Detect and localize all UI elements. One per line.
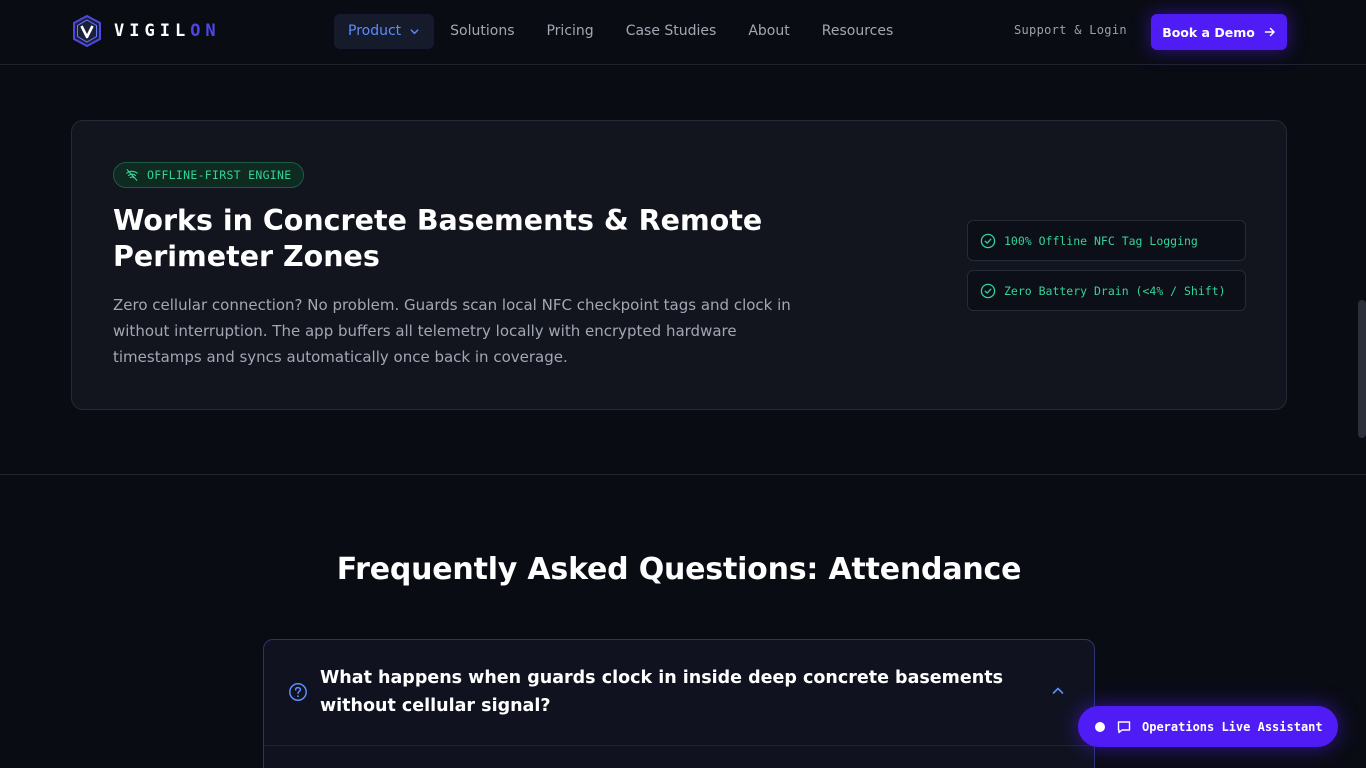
chevron-up-icon	[1052, 687, 1064, 694]
main-nav: Product Solutions Pricing Case Studies A…	[334, 14, 909, 49]
arrow-right-icon	[1264, 27, 1275, 37]
chat-bubble-icon	[1117, 720, 1131, 733]
assistant-label: Operations Live Assistant	[1142, 719, 1323, 734]
check-circle-icon	[980, 233, 996, 248]
chevron-down-icon	[410, 29, 419, 35]
faq-item: What happens when guards clock in inside…	[263, 639, 1095, 768]
highlight-battery: Zero Battery Drain (<4% / Shift)	[967, 270, 1246, 311]
wifi-off-icon	[126, 169, 138, 181]
nav-item-product[interactable]: Product	[334, 14, 435, 49]
highlight-label: Zero Battery Drain (<4% / Shift)	[1004, 283, 1226, 298]
live-assistant-button[interactable]: Operations Live Assistant	[1078, 706, 1338, 747]
highlight-label: 100% Offline NFC Tag Logging	[1004, 233, 1198, 248]
logo-shield-icon	[73, 15, 101, 47]
nav-item-label: Product	[348, 23, 402, 39]
logo-text: VIGILON	[114, 21, 221, 41]
feature-title: Works in Concrete Basements & Remote Per…	[113, 204, 763, 273]
nav-item-solutions[interactable]: Solutions	[434, 14, 530, 49]
logo-text-accent: ON	[190, 21, 221, 41]
book-demo-button[interactable]: Book a Demo	[1151, 14, 1287, 50]
faq-question-toggle[interactable]: What happens when guards clock in inside…	[264, 640, 1094, 745]
feature-description: Zero cellular connection? No problem. Gu…	[113, 296, 791, 366]
nav-item-resources[interactable]: Resources	[806, 14, 910, 49]
badge-label: OFFLINE-FIRST ENGINE	[147, 168, 292, 182]
offline-feature-card: OFFLINE-FIRST ENGINE Works in Concrete B…	[71, 120, 1287, 410]
faq-answer-divider	[264, 745, 1094, 746]
nav-item-about[interactable]: About	[732, 14, 805, 49]
offline-badge: OFFLINE-FIRST ENGINE	[113, 162, 305, 188]
check-circle-icon	[980, 283, 996, 298]
top-navigation-bar: VIGILON Product Solutions Pricing Case S…	[0, 0, 1366, 65]
logo[interactable]: VIGILON	[72, 15, 221, 47]
faq-title: Frequently Asked Questions: Attendance	[336, 552, 1022, 587]
section-divider	[0, 474, 1366, 475]
support-login-link[interactable]: Support & Login	[1014, 23, 1127, 37]
faq-question: What happens when guards clock in inside…	[320, 668, 1004, 716]
question-circle-icon	[289, 683, 307, 701]
nav-item-pricing[interactable]: Pricing	[530, 14, 609, 49]
logo-text-main: VIGIL	[114, 21, 191, 41]
nav-item-case-studies[interactable]: Case Studies	[610, 14, 733, 49]
book-demo-label: Book a Demo	[1162, 24, 1255, 40]
page-scrollbar[interactable]	[1358, 300, 1366, 438]
highlight-offline-logging: 100% Offline NFC Tag Logging	[967, 220, 1246, 261]
status-dot	[1095, 721, 1105, 732]
